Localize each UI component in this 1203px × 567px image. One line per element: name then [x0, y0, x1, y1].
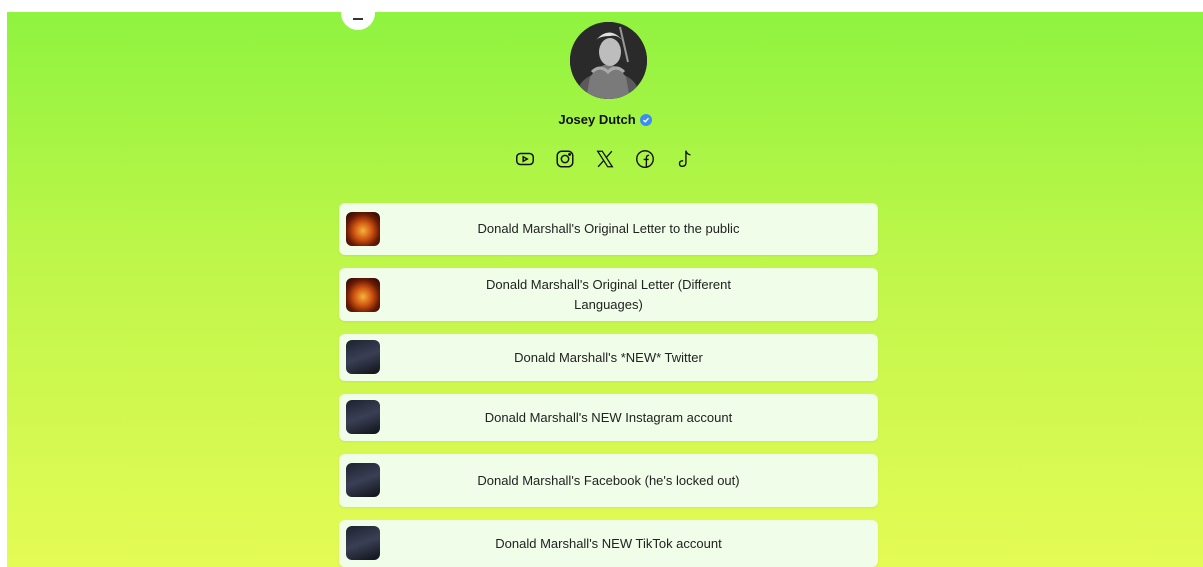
link-thumbnail [346, 340, 380, 374]
page-background: Josey Dutch Donald Marshall's Original L… [7, 12, 1203, 567]
link-label: Donald Marshall's *NEW* Twitter [514, 349, 703, 365]
link-card-facebook[interactable]: Donald Marshall's Facebook (he's locked … [339, 454, 878, 507]
link-card-different-languages[interactable]: Donald Marshall's Original Letter (Diffe… [339, 268, 878, 321]
link-thumbnail [346, 400, 380, 434]
instagram-icon[interactable] [553, 147, 577, 171]
link-thumbnail [346, 212, 380, 246]
link-thumbnail [346, 278, 380, 312]
link-label: Donald Marshall's NEW TikTok account [495, 535, 722, 551]
link-label: Donald Marshall's Original Letter (Diffe… [485, 276, 731, 312]
link-label: Donald Marshall's Facebook (he's locked … [477, 472, 740, 488]
link-card-original-letter[interactable]: Donald Marshall's Original Letter to the… [339, 203, 878, 255]
link-card-twitter[interactable]: Donald Marshall's *NEW* Twitter [339, 334, 878, 381]
tiktok-icon[interactable] [673, 147, 697, 171]
link-card-instagram[interactable]: Donald Marshall's NEW Instagram account [339, 394, 878, 441]
link-label: Donald Marshall's NEW Instagram account [484, 409, 733, 425]
facebook-icon[interactable] [633, 147, 657, 171]
avatar [570, 22, 647, 99]
share-icon [353, 18, 363, 20]
youtube-icon[interactable] [513, 147, 537, 171]
verified-badge-icon [639, 113, 652, 126]
link-thumbnail [346, 526, 380, 560]
link-label: Donald Marshall's Original Letter to the… [477, 221, 740, 236]
profile-name: Josey Dutch [558, 112, 636, 127]
link-thumbnail [346, 463, 380, 497]
x-icon[interactable] [593, 147, 617, 171]
link-card-tiktok[interactable]: Donald Marshall's NEW TikTok account [339, 520, 878, 567]
social-icons [7, 147, 1203, 171]
share-button[interactable] [341, 12, 375, 30]
